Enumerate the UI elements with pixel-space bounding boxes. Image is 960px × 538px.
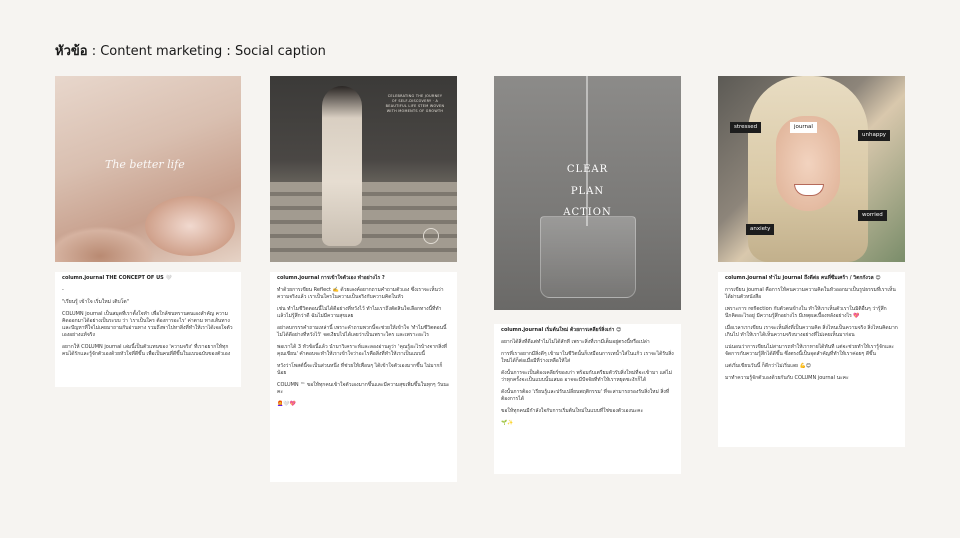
caption-line: พอเราได้ 3 หัวข้อนี้แล้ว นำมาวิเคราะห์แล… [277,344,447,357]
caption-line: COLUMN ™ ขอให้ทุกคนเข้าใจตัวเองมากขึ้นแล… [277,382,450,395]
caption-line: column.journal เริ่มต้นใหม่ ด้วยการเคลีย… [501,327,622,333]
tag-unhappy: unhappy [858,130,891,141]
post-image-3: CLEAR PLAN ACTION [494,76,681,310]
caption-line: หวังว่าโพสต์นี้จะเป็นส่วนหนึ่ง ที่ช่วยให… [277,363,443,376]
title-label: หัวข้อ [55,44,88,59]
post-caption-2: column.journal การเข้าใจตัวเอง ทำอย่างไร… [270,272,457,482]
post-image-4: stressed journal unhappy anxiety worried [718,76,905,262]
title-text: : Content marketing : Social caption [87,44,326,59]
circle-icon [423,228,439,244]
woman-figure [322,86,362,246]
image-word-clear: CLEAR [566,164,609,175]
caption-line: 👩‍🦰🤍💖 [277,401,296,407]
water-glass [540,216,636,298]
water-stream [586,76,588,226]
caption-line: อย่าลบกรรรคำถามเหล่านี้ เพราะคำถามพวกนี้… [277,325,447,338]
caption-line: อยากให้ COLUMN journal เล่มนี้เป็นตัวแทน… [62,344,231,357]
caption-line: อยากได้สิ่งที่ดีแต่ทำไมไม่ได้สักที เพราะ… [501,339,650,345]
caption-line: - [62,287,64,293]
caption-line: column.journal การเข้าใจตัวเอง ทำอย่างไร… [277,275,385,281]
caption-line: แต่เริ่มเขียนวันนี้ ก็ดีกว่าไม่เริ่มเลย … [725,363,812,369]
caption-line: การเขียน journal คือการให้คนความความคิดใ… [725,287,896,300]
tag-journal: journal [790,122,817,133]
caption-line: เช่น ทำไมชีวิตตอนนี้ไม่ได้ดีอย่างที่หวัง… [277,306,442,319]
caption-line: ทำด้วยการเขียน Reflect ✍️ ด้วยเลงค์อยากถ… [277,287,444,300]
image-word-plan: PLAN [570,186,605,197]
post-caption-3: column.journal เริ่มต้นใหม่ ด้วยการเคลีย… [494,324,681,474]
tag-worried: worried [858,210,887,221]
caption-line: ดังนั้นการจะเป็นต้องเคลียร์ของเก่า พร้อม… [501,370,672,383]
caption-line: แน่นอนว่าการเขียนไม่สามารถทำให้เราหายได้… [725,344,894,357]
post-image-2: CELEBRATING THE JOURNEY OF SELF-DISCOVER… [270,76,457,262]
caption-line: column.journal ทำไม journal ถึงดีต่อ คนท… [725,275,881,281]
caption-line: เมื่อเวลาเราเขียน เราจะเห็นสิ่งที่เป็นคว… [725,325,898,338]
caption-line: เพราะการ reflection กับตัวตนข้างใน ทำให้… [725,306,887,319]
caption-line: การที่เราอยากมีสิ่งดีๆ เข้ามาในชีวิตนั้น… [501,351,674,364]
caption-line: ดังนั้นการต้อง 'เรียนรู้และปรับเปลี่ยนพฤ… [501,389,670,402]
caption-line: COLUMN journal เป็นสมุดที่เราตั้งใจทำ เพ… [62,311,233,338]
stairs [270,182,457,262]
image-overlay-text: CELEBRATING THE JOURNEY OF SELF-DISCOVER… [385,94,445,113]
caption-line: column.journal THE CONCEPT OF US 🤍 [62,275,172,281]
tag-anxiety: anxiety [746,224,775,235]
caption-line: "เรียนรู้ เข้าใจ เริ่มใหม่ เติบโต" [62,299,129,305]
caption-line: ขอให้ทุกคนมีกำลังใจกับการเริ่มต้นใหม่ในแ… [501,408,644,414]
caption-line: 🌱✨ [501,420,514,426]
tag-stressed: stressed [730,122,762,133]
image-script-text: The better life [105,158,185,171]
image-word-action: ACTION [563,207,612,218]
post-image-1: The better life [55,76,241,262]
page-title: หัวข้อ : Content marketing : Social capt… [55,40,326,61]
rose-petal [145,196,235,256]
post-caption-4: column.journal ทำไม journal ถึงดีต่อ คนท… [718,272,905,447]
rose-petal [55,226,155,262]
post-caption-1: column.journal THE CONCEPT OF US 🤍 - "เร… [55,272,241,387]
caption-line: มาทำความรู้จักตัวเองด้วยกันกับ COLUMN jo… [725,375,849,381]
